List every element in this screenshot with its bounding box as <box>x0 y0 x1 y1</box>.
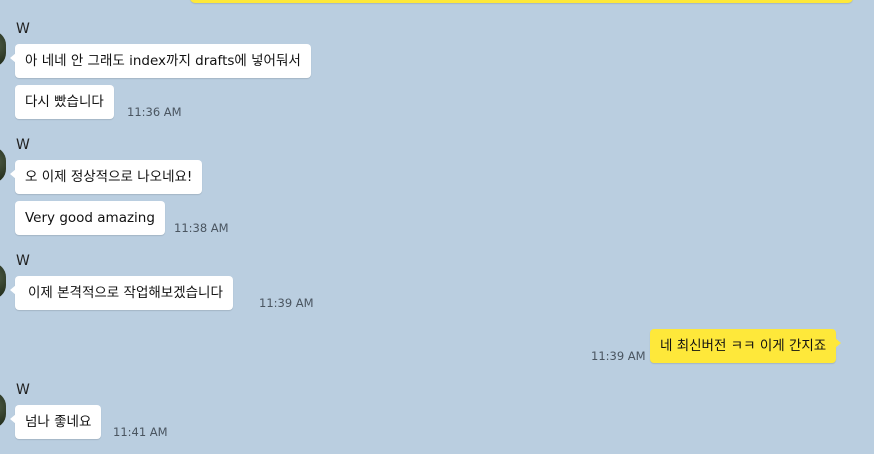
sender-avatar[interactable] <box>0 147 6 183</box>
previous-outgoing-bubble <box>190 0 853 3</box>
outgoing-message-bubble[interactable]: 네 최신버전 ㅋㅋ 이게 간지죠 <box>650 329 842 363</box>
sender-name: W <box>16 137 30 153</box>
sender-name: W <box>16 382 30 398</box>
incoming-message-bubble[interactable]: Very good amazing <box>15 201 165 235</box>
sender-avatar[interactable] <box>0 263 6 299</box>
message-timestamp: 11:39 AM <box>259 296 314 310</box>
sender-name: W <box>16 21 30 37</box>
sender-avatar[interactable] <box>0 392 6 428</box>
message-timestamp: 11:39 AM <box>591 349 646 363</box>
message-timestamp: 11:41 AM <box>113 425 168 439</box>
sender-avatar[interactable] <box>0 31 6 67</box>
sender-name: W <box>16 253 30 269</box>
incoming-message-bubble[interactable]: 넘나 좋네요 <box>9 405 102 439</box>
incoming-message-bubble[interactable]: 이제 본격적으로 작업해보겠습니다 <box>10 276 233 310</box>
message-timestamp: 11:38 AM <box>174 221 229 235</box>
incoming-message-bubble[interactable]: 아 네네 안 그래도 index까지 drafts에 넣어둬서 <box>10 44 311 78</box>
incoming-message-bubble[interactable]: 다시 빴습니다 <box>15 85 114 119</box>
incoming-message-bubble[interactable]: 오 이제 정상적으로 나오네요! <box>9 160 203 194</box>
message-timestamp: 11:36 AM <box>127 105 182 119</box>
